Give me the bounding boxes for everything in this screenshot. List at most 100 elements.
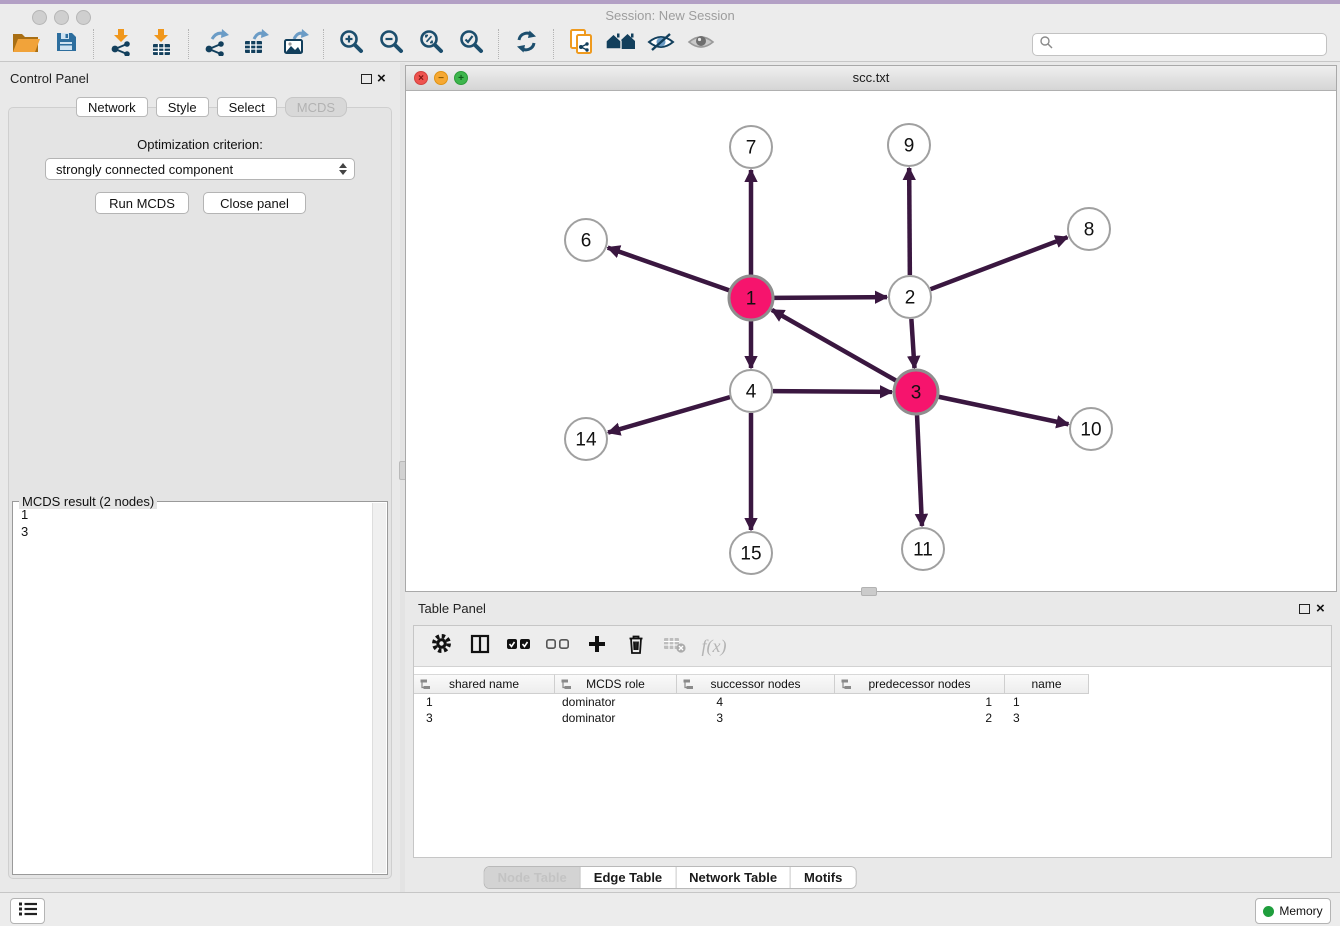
delete-table-button[interactable] bbox=[662, 634, 688, 658]
zoom-in-button[interactable] bbox=[331, 29, 371, 60]
network-window-title: scc.txt bbox=[406, 66, 1336, 90]
equation-builder-button[interactable]: f(x) bbox=[701, 634, 727, 658]
edge-1-6[interactable] bbox=[608, 248, 730, 291]
run-mcds-button[interactable]: Run MCDS bbox=[95, 192, 189, 214]
graph-node-label-9: 9 bbox=[904, 136, 915, 157]
edge-3-10[interactable] bbox=[939, 397, 1069, 424]
floppy-disk-icon bbox=[54, 30, 78, 59]
table-cell[interactable]: 2 bbox=[835, 710, 1005, 726]
edge-1-2[interactable] bbox=[774, 297, 887, 298]
zoom-selected-button[interactable] bbox=[451, 29, 491, 60]
refresh-view-button[interactable] bbox=[506, 29, 546, 60]
column-settings-button[interactable] bbox=[428, 634, 454, 658]
tab-motifs[interactable]: Motifs bbox=[791, 867, 855, 888]
table-toolbar: f(x) bbox=[414, 626, 1331, 667]
mcds-result-box: 13 bbox=[12, 501, 388, 875]
toolbar-separator bbox=[93, 29, 94, 59]
network-graph[interactable]: 7968124314101511 bbox=[406, 91, 1336, 591]
column-type-icon bbox=[561, 679, 571, 693]
table-cell[interactable]: dominator bbox=[555, 710, 677, 726]
toggle-panel-split-button[interactable] bbox=[467, 634, 493, 658]
tab-node-table[interactable]: Node Table bbox=[485, 867, 581, 888]
graph-node-label-11: 11 bbox=[913, 540, 933, 561]
table-cell[interactable]: 1 bbox=[835, 694, 1005, 710]
criterion-dropdown[interactable]: strongly connected component bbox=[45, 158, 355, 180]
delete-columns-button[interactable] bbox=[623, 634, 649, 658]
deselect-all-button[interactable] bbox=[545, 634, 571, 658]
column-header-MCDS-role[interactable]: MCDS role bbox=[555, 674, 677, 694]
export-network-button[interactable] bbox=[196, 29, 236, 60]
trash-icon bbox=[626, 633, 646, 660]
tab-style[interactable]: Style bbox=[156, 97, 209, 117]
table-tabbar: Node TableEdge TableNetwork TableMotifs bbox=[484, 866, 857, 889]
clone-network-button[interactable] bbox=[561, 29, 601, 60]
import-table-button[interactable] bbox=[141, 29, 181, 60]
table-panel-close-button[interactable]: × bbox=[1316, 603, 1325, 615]
table-row[interactable]: 1dominator411 bbox=[414, 694, 1331, 710]
table-cell[interactable]: dominator bbox=[555, 694, 677, 710]
zoom-out-button[interactable] bbox=[371, 29, 411, 60]
table-cell[interactable]: 1 bbox=[414, 694, 555, 710]
table-panel-float-button[interactable] bbox=[1299, 604, 1310, 614]
edge-2-3[interactable] bbox=[911, 319, 914, 368]
clone-network-icon bbox=[568, 28, 595, 61]
edge-2-8[interactable] bbox=[931, 237, 1068, 289]
table-cell[interactable]: 4 bbox=[677, 694, 835, 710]
zoom-out-icon bbox=[379, 29, 404, 59]
new-column-button[interactable] bbox=[584, 634, 610, 658]
column-header-successor-nodes[interactable]: successor nodes bbox=[677, 674, 835, 694]
main-toolbar bbox=[0, 27, 1340, 62]
export-image-button[interactable] bbox=[276, 29, 316, 60]
graph-node-label-8: 8 bbox=[1084, 220, 1095, 241]
criterion-value: strongly connected component bbox=[56, 162, 233, 177]
tab-edge-table[interactable]: Edge Table bbox=[581, 867, 676, 888]
edge-3-11[interactable] bbox=[917, 415, 922, 526]
search-input[interactable] bbox=[1053, 37, 1326, 53]
network-window-resize-grip[interactable] bbox=[861, 587, 877, 596]
select-all-button[interactable] bbox=[506, 634, 532, 658]
list-icon bbox=[18, 901, 38, 922]
table-cell[interactable]: 3 bbox=[414, 710, 555, 726]
hide-selected-button[interactable] bbox=[641, 29, 681, 60]
open-session-button[interactable] bbox=[6, 29, 46, 60]
edge-4-14[interactable] bbox=[608, 397, 730, 432]
table-cell[interactable]: 3 bbox=[1005, 710, 1089, 726]
column-header-shared-name[interactable]: shared name bbox=[414, 674, 555, 694]
edge-3-1[interactable] bbox=[772, 310, 896, 381]
edge-2-9[interactable] bbox=[909, 168, 910, 275]
memory-button[interactable]: Memory bbox=[1255, 898, 1331, 924]
tab-network-table[interactable]: Network Table bbox=[676, 867, 791, 888]
network-window-titlebar[interactable]: × − + scc.txt bbox=[406, 66, 1336, 91]
tab-network[interactable]: Network bbox=[76, 97, 148, 117]
graph-node-label-2: 2 bbox=[905, 288, 916, 309]
table-row[interactable]: 3dominator323 bbox=[414, 710, 1331, 726]
control-panel-float-button[interactable] bbox=[361, 74, 372, 84]
task-history-button[interactable] bbox=[10, 898, 45, 924]
zoom-fit-button[interactable] bbox=[411, 29, 451, 60]
edge-4-3[interactable] bbox=[773, 391, 892, 392]
import-network-button[interactable] bbox=[101, 29, 141, 60]
network-canvas[interactable]: 7968124314101511 bbox=[406, 91, 1336, 591]
houses-icon bbox=[604, 30, 638, 59]
control-panel-close-button[interactable]: × bbox=[377, 73, 386, 85]
export-image-icon bbox=[282, 28, 310, 61]
plus-icon bbox=[587, 634, 607, 659]
column-header-predecessor-nodes[interactable]: predecessor nodes bbox=[835, 674, 1005, 694]
tab-select[interactable]: Select bbox=[217, 97, 277, 117]
table-cell[interactable]: 3 bbox=[677, 710, 835, 726]
tab-mcds[interactable]: MCDS bbox=[285, 97, 347, 117]
show-all-button[interactable] bbox=[681, 29, 721, 60]
save-session-button[interactable] bbox=[46, 29, 86, 60]
mcds-result-lines: 13 bbox=[21, 506, 28, 540]
first-neighbors-button[interactable] bbox=[601, 29, 641, 60]
column-type-icon bbox=[420, 679, 430, 693]
close-panel-button[interactable]: Close panel bbox=[203, 192, 306, 214]
export-table-button[interactable] bbox=[236, 29, 276, 60]
column-header-name[interactable]: name bbox=[1005, 674, 1089, 694]
table-header-row: shared nameMCDS rolesuccessor nodesprede… bbox=[414, 674, 1089, 694]
titlebar[interactable]: Session: New Session bbox=[0, 4, 1340, 27]
table-cell[interactable]: 1 bbox=[1005, 694, 1089, 710]
column-header-label: name bbox=[1031, 677, 1061, 691]
search-box[interactable] bbox=[1032, 33, 1327, 56]
result-scrollbar[interactable] bbox=[372, 503, 386, 873]
